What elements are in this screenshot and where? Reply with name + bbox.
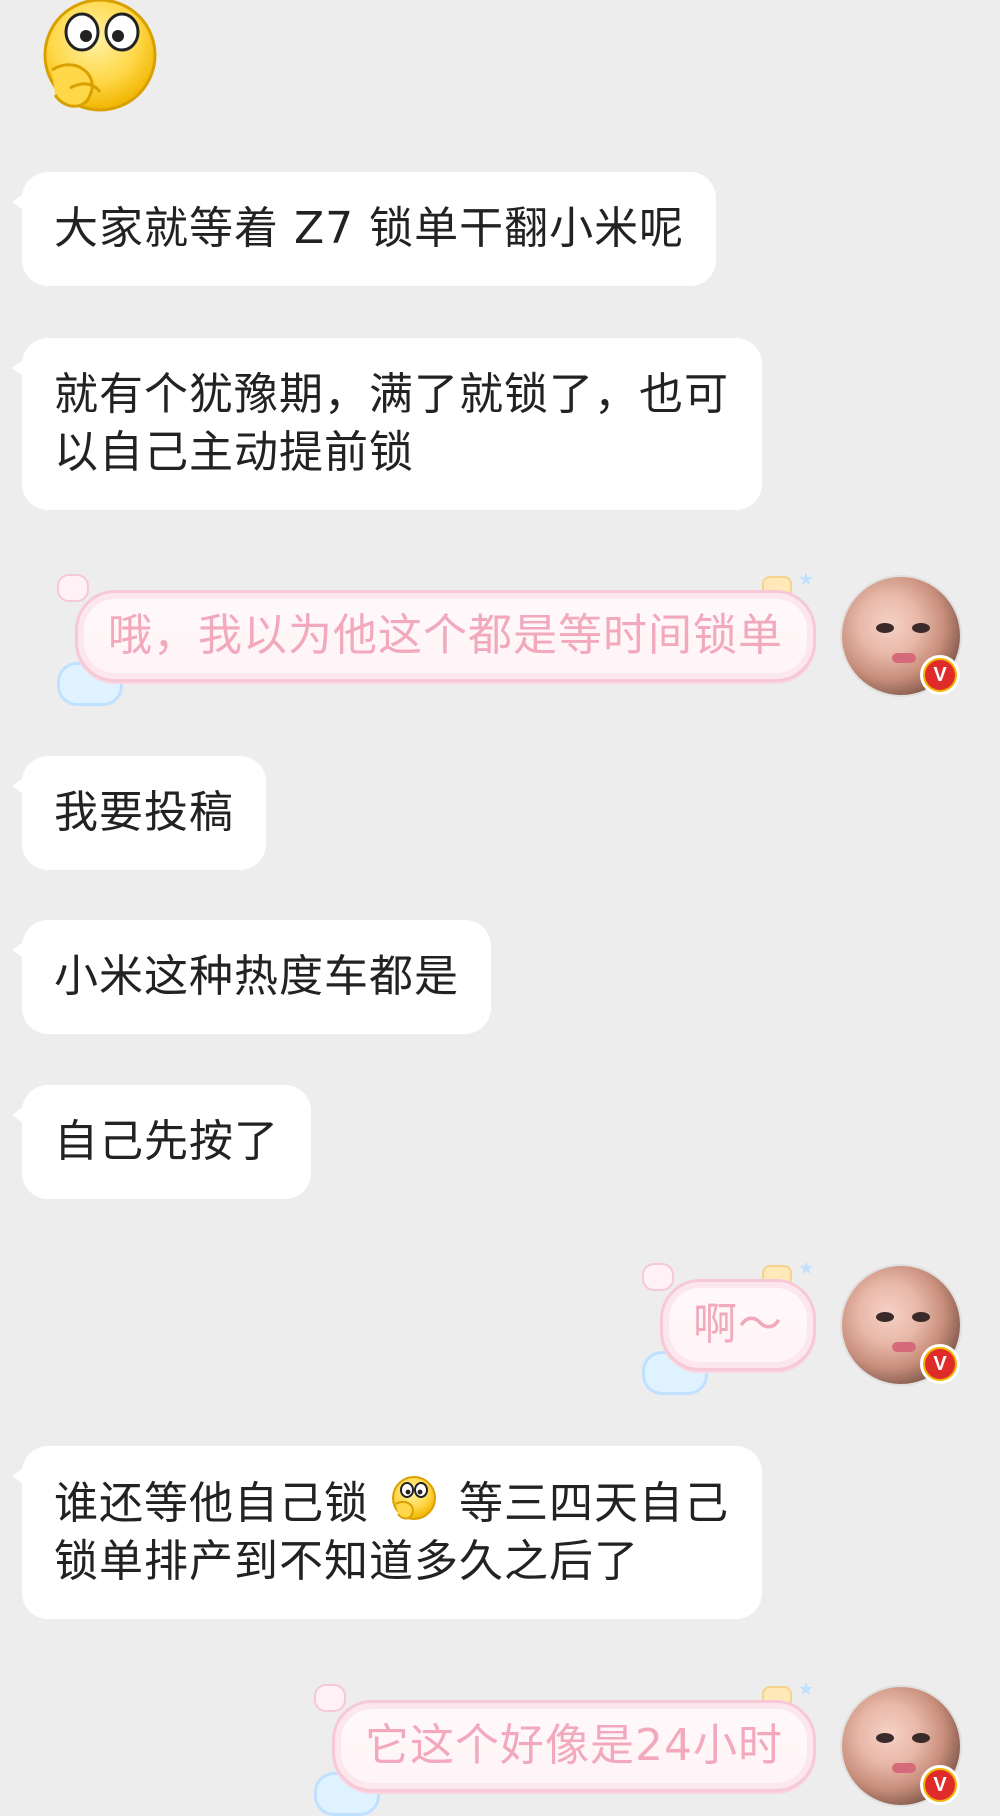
verified-badge-label: V: [925, 1770, 955, 1800]
message-bubble[interactable]: 啊～: [660, 1279, 816, 1371]
message-bubble[interactable]: 小米这种热度车都是: [12, 920, 491, 1034]
paw-decoration-icon: [314, 1684, 346, 1712]
verified-badge-icon: V: [920, 1765, 960, 1805]
message-text: 我要投稿: [54, 787, 234, 838]
message-text: 就有个犹豫期，满了就锁了，也可以自己主动提前锁: [54, 369, 729, 478]
message-row: 自己先按了: [12, 1085, 311, 1199]
message-text: 大家就等着 Z7 锁单干翻小米呢: [54, 203, 685, 254]
verified-badge-label: V: [925, 660, 955, 690]
avatar-mouth: [892, 1342, 916, 1352]
verified-badge-label: V: [925, 1349, 955, 1379]
avatar[interactable]: V: [842, 1687, 960, 1805]
message-row: 我要投稿: [12, 756, 266, 870]
avatar-mouth: [892, 1763, 916, 1773]
message-row: 就有个犹豫期，满了就锁了，也可以自己主动提前锁: [12, 338, 762, 510]
message-row-right: ★ 啊～ V: [640, 1255, 960, 1395]
avatar-eye-right: [912, 623, 930, 633]
avatar[interactable]: V: [842, 1266, 960, 1384]
star-decoration-icon: ★: [798, 1679, 815, 1699]
message-row-right: ★ 哦，我以为他这个都是等时间锁单 V: [55, 566, 960, 706]
paw-decoration-icon: [642, 1263, 674, 1291]
thinking-face-emoji: [392, 1476, 436, 1520]
decorated-bubble[interactable]: ★ 啊～: [640, 1255, 826, 1395]
star-decoration-icon: ★: [798, 1258, 815, 1278]
message-text: 哦，我以为他这个都是等时间锁单: [108, 610, 783, 661]
avatar-eye-left: [876, 1733, 894, 1743]
message-text: 小米这种热度车都是: [54, 951, 459, 1002]
message-bubble[interactable]: 哦，我以为他这个都是等时间锁单: [75, 590, 816, 682]
message-bubble[interactable]: 大家就等着 Z7 锁单干翻小米呢: [11, 172, 717, 286]
thinking-face-emoji: [43, 0, 157, 112]
message-bubble[interactable]: 就有个犹豫期，满了就锁了，也可以自己主动提前锁: [12, 338, 762, 510]
avatar-eye-left: [876, 1312, 894, 1322]
message-row: 小米这种热度车都是: [12, 920, 491, 1034]
message-text: 啊～: [693, 1299, 783, 1350]
decorated-bubble[interactable]: ★ 它这个好像是24小时: [312, 1676, 826, 1816]
chat-thread: 大家就等着 Z7 锁单干翻小米呢 就有个犹豫期，满了就锁了，也可以自己主动提前锁…: [0, 0, 1000, 1816]
avatar-eye-left: [876, 623, 894, 633]
message-row-right: ★ 它这个好像是24小时 V: [312, 1676, 960, 1816]
message-bubble[interactable]: 我要投稿: [12, 756, 266, 870]
message-bubble[interactable]: 谁还等他自己锁 等三四天自己锁单排产到不知道多久之后了: [12, 1446, 762, 1619]
avatar-mouth: [892, 653, 916, 663]
avatar-eye-right: [912, 1312, 930, 1322]
verified-badge-icon: V: [920, 655, 960, 695]
message-row: 大家就等着 Z7 锁单干翻小米呢: [11, 172, 717, 286]
paw-decoration-icon: [57, 574, 89, 602]
message-bubble[interactable]: 自己先按了: [12, 1085, 311, 1199]
star-decoration-icon: ★: [798, 569, 815, 589]
verified-badge-icon: V: [920, 1344, 960, 1384]
message-row: 谁还等他自己锁 等三四天自己锁单排产到不知道多久之后了: [12, 1446, 762, 1619]
decorated-bubble[interactable]: ★ 哦，我以为他这个都是等时间锁单: [55, 566, 826, 706]
message-bubble[interactable]: 它这个好像是24小时: [332, 1700, 816, 1792]
avatar[interactable]: V: [842, 577, 960, 695]
message-text: 它这个好像是24小时: [365, 1720, 783, 1771]
avatar-eye-right: [912, 1733, 930, 1743]
message-text: 自己先按了: [54, 1116, 279, 1167]
message-text: 谁还等他自己锁: [54, 1478, 369, 1529]
